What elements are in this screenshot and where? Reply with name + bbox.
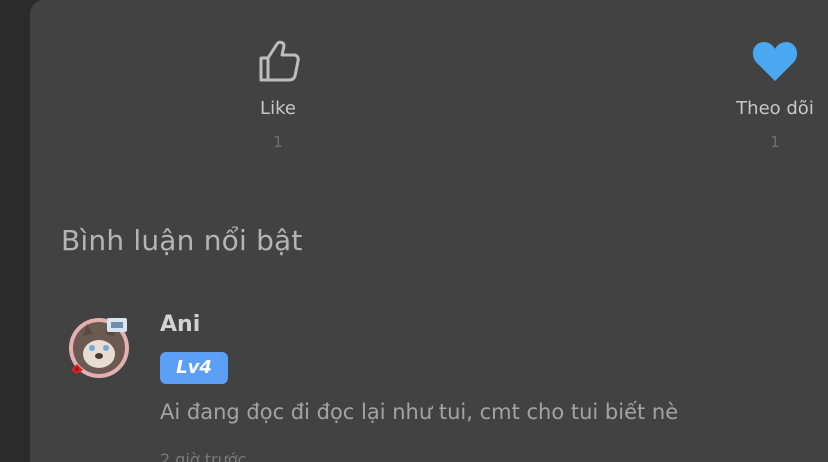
follow-count: 1 (770, 133, 780, 151)
like-count: 1 (273, 133, 283, 151)
thumbs-up-icon (259, 40, 300, 82)
comment-author[interactable]: Ani (160, 312, 200, 337)
page: Like 1 Theo dõi 1 Bình luận nổi bật Ani … (0, 0, 828, 462)
featured-comments-title: Bình luận nổi bật (61, 224, 303, 257)
like-label: Like (260, 98, 296, 119)
follow-label: Theo dõi (736, 98, 814, 119)
avatar[interactable] (67, 316, 131, 380)
heart-icon (752, 42, 798, 81)
follow-button[interactable]: Theo dõi 1 (715, 36, 828, 151)
like-button[interactable]: Like 1 (218, 36, 338, 151)
comment-text: Ai đang đọc đi đọc lại như tui, cmt cho … (160, 400, 679, 424)
comment-timestamp: 2 giờ trước (160, 450, 247, 462)
avatar-image (69, 318, 129, 378)
level-badge: Lv4 (160, 352, 228, 384)
